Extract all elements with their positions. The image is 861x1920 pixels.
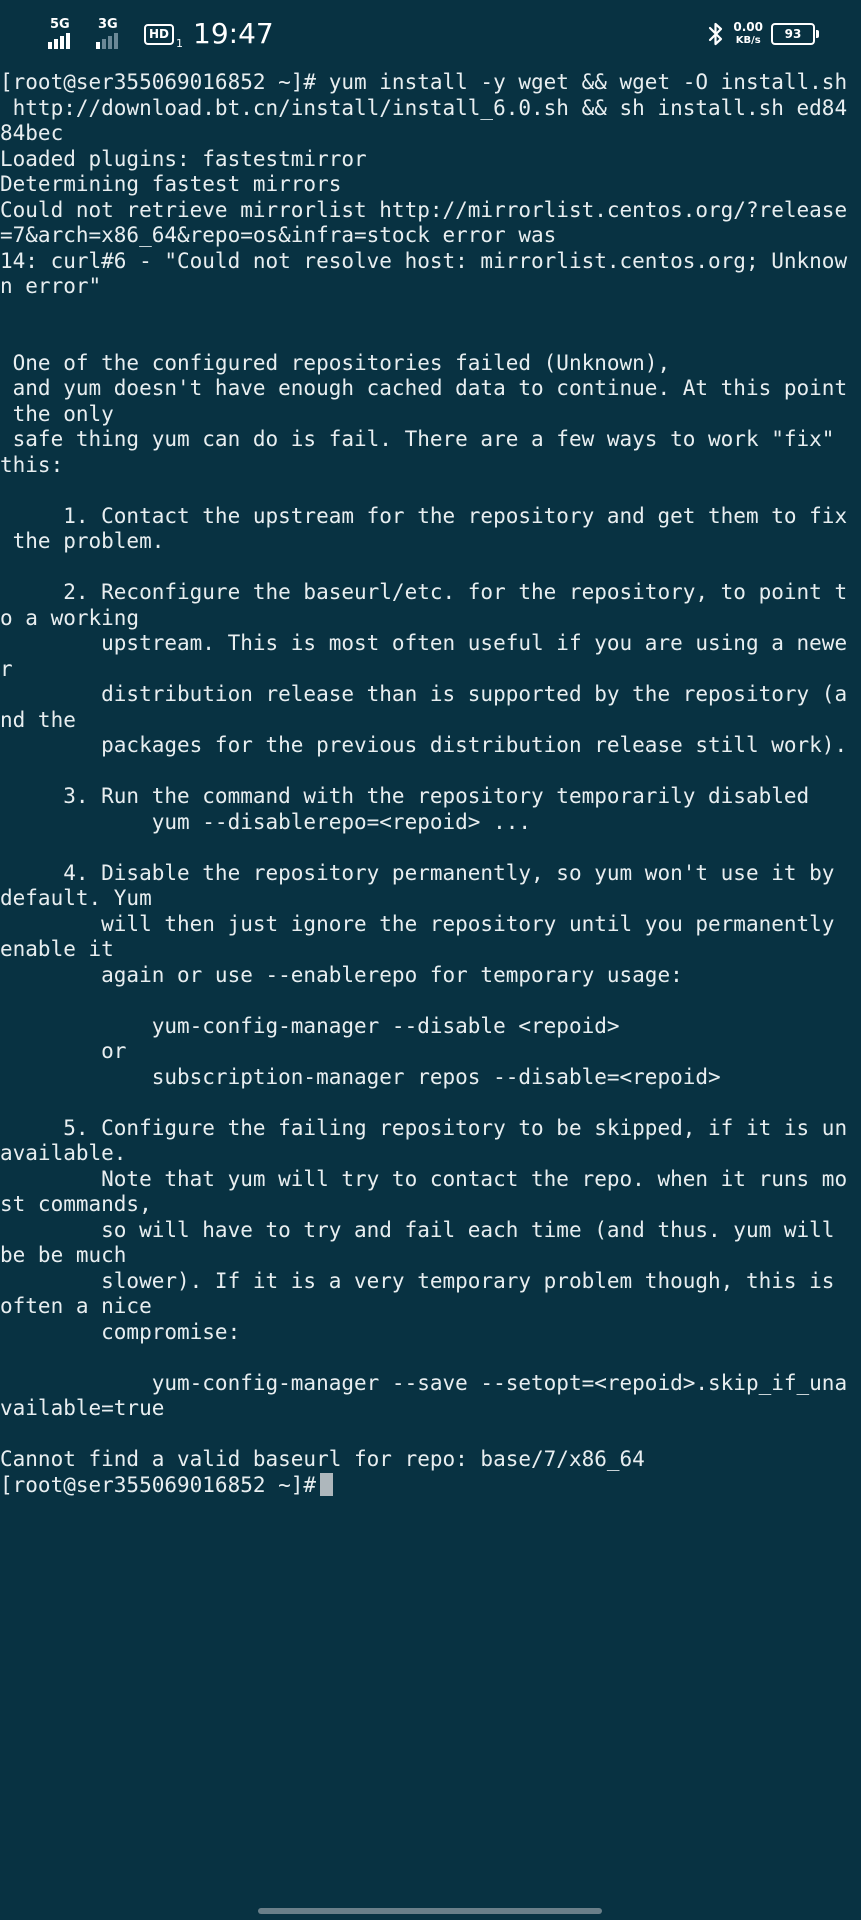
terminal-line: Note that yum will try to contact the re… (0, 1166, 848, 1191)
status-bar-right: 0.00 KB/s 93 (707, 16, 819, 52)
terminal-line: One of the configured repositories faile… (0, 350, 671, 375)
terminal-line: n error" (0, 274, 102, 298)
signal-2-label: 3G (98, 17, 118, 32)
terminal-line: compromise: (0, 1319, 241, 1344)
status-bar-left: 5G 3G HD 1 19:47 (48, 14, 274, 54)
terminal-line: available. (0, 1141, 127, 1165)
home-indicator[interactable] (258, 1908, 602, 1914)
terminal-line: =7&arch=x86_64&repo=os&infra=stock error… (0, 223, 557, 247)
terminal-line: be be much (0, 1243, 127, 1267)
bluetooth-icon (709, 22, 723, 46)
terminal-line: Loaded plugins: fastestmirror (0, 146, 367, 171)
terminal-line: the only (0, 401, 114, 426)
terminal-line: enable it (0, 937, 114, 961)
signal-icon: 5G (48, 16, 88, 52)
network-speed-unit: KB/s (735, 35, 761, 46)
terminal-line: Cannot find a valid baseurl for repo: ba… (0, 1447, 645, 1471)
terminal-line: st commands, (0, 1192, 152, 1216)
terminal-line: slower). If it is a very temporary probl… (0, 1268, 835, 1293)
terminal-line: so will have to try and fail each time (… (0, 1217, 835, 1242)
terminal-line: Determining fastest mirrors (0, 172, 342, 196)
terminal-line: yum-config-manager --save --setopt=<repo… (0, 1370, 848, 1395)
terminal-line: 4. Disable the repository permanently, s… (0, 860, 835, 885)
terminal-line: o a working (0, 605, 140, 630)
terminal-line: again or use --enablerepo for temporary … (0, 962, 683, 987)
battery-level: 93 (784, 27, 802, 41)
terminal-prompt-line[interactable]: [root@ser355069016852 ~]# (0, 1472, 861, 1499)
terminal-line: upstream. This is most often useful if y… (0, 631, 848, 655)
terminal-line: often a nice (0, 1294, 152, 1318)
network-speed-value: 0.00 (733, 20, 763, 34)
status-bar: 5G 3G HD 1 19:47 0.00 KB/s 93 (0, 0, 861, 68)
terminal-line: http://download.bt.cn/install/install_6.… (0, 95, 848, 120)
signal-1-label: 5G (50, 17, 70, 32)
terminal-cursor (320, 1472, 334, 1496)
terminal-line: nd the (0, 707, 76, 732)
terminal-output[interactable]: [root@ser355069016852 ~]# yum install -y… (0, 70, 861, 1498)
terminal-line: 5. Configure the failing repository to b… (0, 1115, 848, 1140)
terminal-line: 14: curl#6 - "Could not resolve host: mi… (0, 248, 848, 273)
terminal-line: or (0, 1039, 127, 1063)
terminal-line: and yum doesn't have enough cached data … (0, 376, 848, 400)
terminal-line: 84bec (0, 121, 64, 145)
terminal-prompt: [root@ser355069016852 ~]# (0, 1472, 317, 1497)
terminal-line: packages for the previous distribution r… (0, 733, 848, 757)
hd-icon: HD (144, 23, 175, 45)
clock: 19:47 (193, 17, 274, 50)
battery-icon: 93 (771, 23, 819, 45)
terminal-line: vailable=true (0, 1396, 165, 1420)
network-speed: 0.00 KB/s (733, 21, 763, 47)
terminal-line: [root@ser355069016852 ~]# yum install -y… (0, 70, 848, 94)
terminal-line: distribution release than is supported b… (0, 682, 848, 706)
terminal-line: Could not retrieve mirrorlist http://mir… (0, 197, 848, 222)
terminal-line: 3. Run the command with the repository t… (0, 784, 810, 808)
terminal-line: r (0, 656, 13, 681)
terminal-line: 2. Reconfigure the baseurl/etc. for the … (0, 580, 848, 604)
terminal-line: yum --disablerepo=<repoid> ... (0, 809, 532, 834)
terminal-line: subscription-manager repos --disable=<re… (0, 1064, 721, 1089)
terminal-line: 1. Contact the upstream for the reposito… (0, 503, 848, 528)
terminal-line: default. Yum (0, 886, 152, 910)
hd-sub-label: 1 (176, 37, 184, 50)
terminal-line: will then just ignore the repository unt… (0, 911, 835, 936)
terminal-line: this: (0, 452, 64, 477)
terminal-line: yum-config-manager --disable <repoid> (0, 1013, 620, 1038)
terminal-line: the problem. (0, 529, 165, 553)
signal-icon: 3G (96, 16, 136, 52)
terminal-line: safe thing yum can do is fail. There are… (0, 427, 835, 451)
